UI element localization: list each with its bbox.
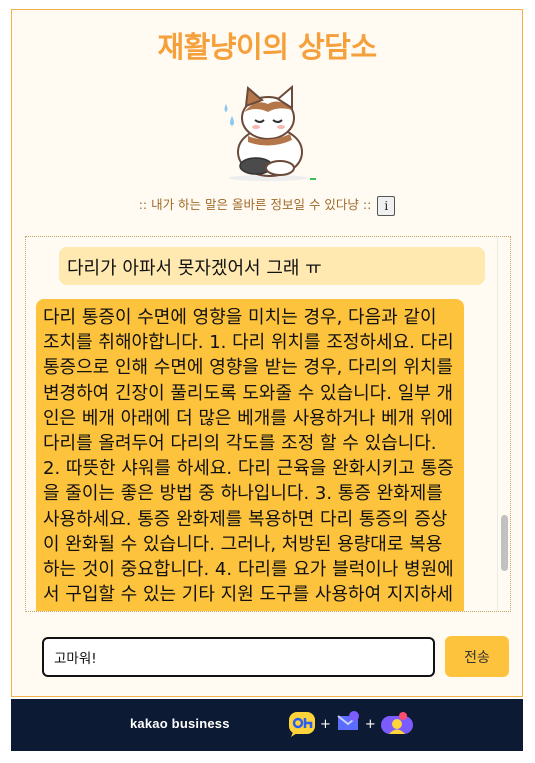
footer-banner: kakao business + +	[11, 699, 523, 751]
message-icon	[337, 711, 359, 730]
product-icons: + +	[287, 710, 415, 738]
plus-separator: +	[364, 716, 376, 732]
channel-icon	[289, 712, 315, 737]
page-title: 재활냥이의 상담소	[157, 30, 377, 64]
bot-message-bubble: 다리 통증이 수면에 영향을 미치는 경우, 다음과 같이 조치를 취해야합니다…	[36, 299, 464, 611]
scrollbar-thumb[interactable]	[501, 515, 508, 571]
plus-separator: +	[320, 716, 331, 732]
chat-app: 재활냥이의 상담소 :: 내가 하는 말은 올바른 정보일 수 있다냥:: i…	[11, 9, 523, 697]
chat-log[interactable]: 다리가 아파서 못자겠어서 그래 ㅠ 다리 통증이 수면에 영향을 미치는 경우…	[25, 236, 511, 612]
disclaimer-text: :: 내가 하는 말은 올바른 정보일 수 있다냥 :: i	[12, 194, 522, 216]
info-button[interactable]: i	[377, 195, 396, 216]
kakao-business-logo: kakao business	[130, 716, 230, 731]
send-button[interactable]: 전송	[445, 636, 509, 677]
message-input[interactable]	[42, 637, 435, 677]
disclaimer-label: :: 내가 하는 말은 올바른 정보일 수 있다냥 ::	[138, 197, 372, 212]
chat-scrollbar[interactable]	[497, 237, 510, 611]
user-message-bubble: 다리가 아파서 못자겠어서 그래 ㅠ	[59, 247, 485, 285]
friends-icon	[380, 712, 413, 734]
cat-mascot-illustration	[218, 82, 318, 182]
